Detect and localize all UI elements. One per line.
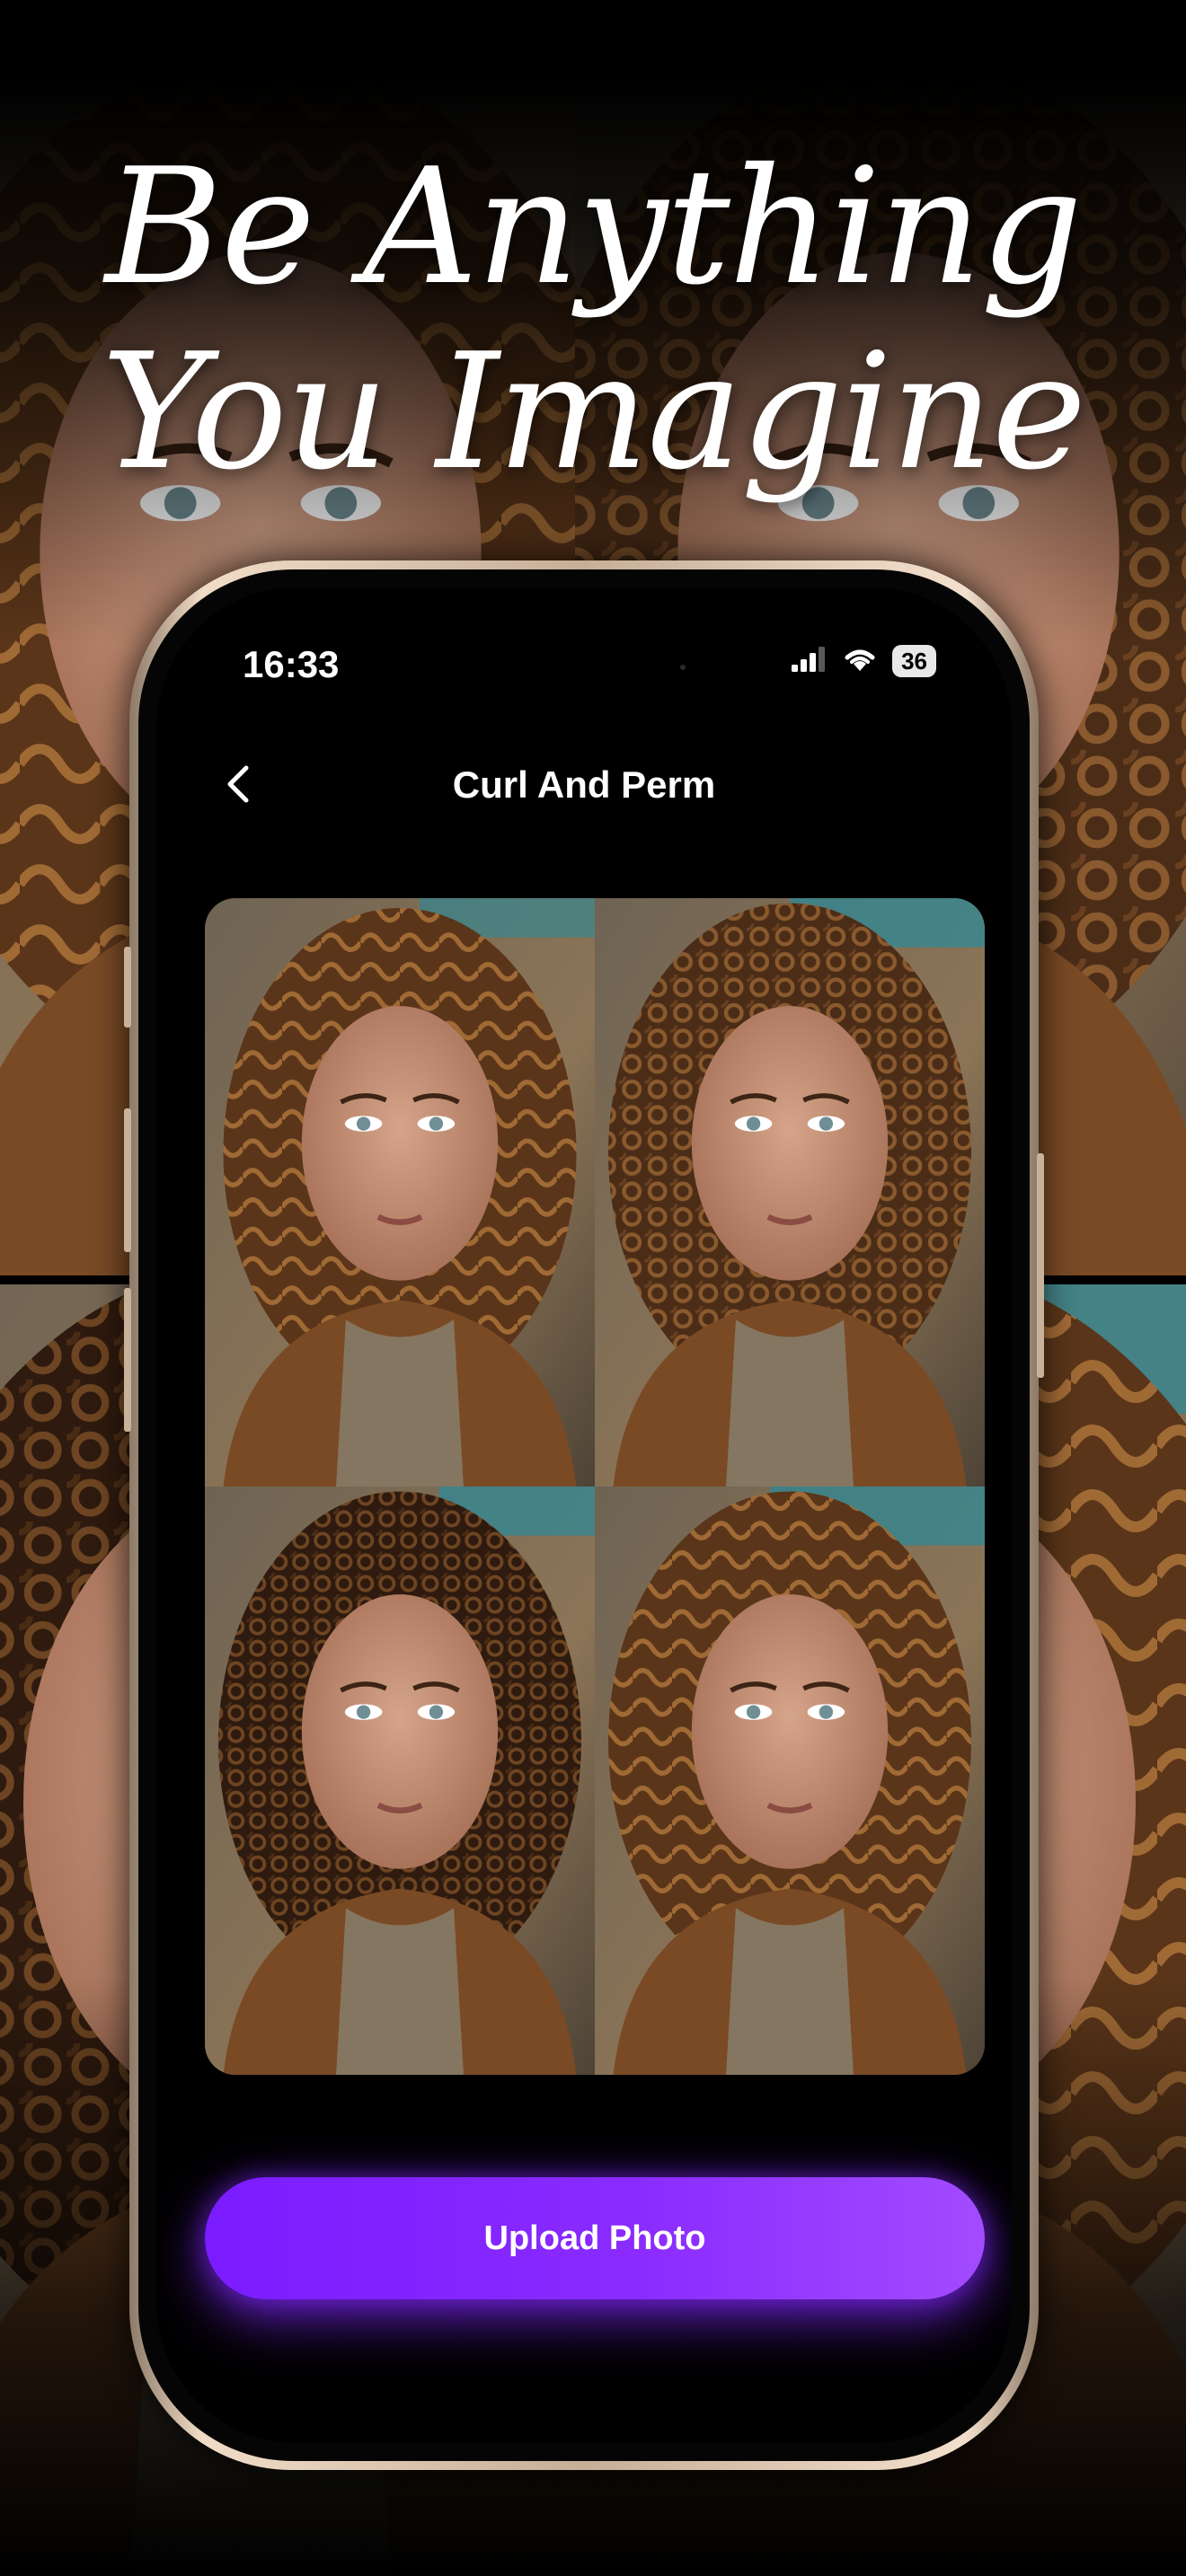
front-camera <box>680 665 686 670</box>
status-time: 16:33 <box>243 643 340 685</box>
example-photo-grid <box>205 898 985 2075</box>
example-photo <box>595 898 985 1486</box>
example-photo <box>205 1486 595 2075</box>
phone-mockup: 16:33 36 Curl And Perm Upload Photo <box>124 560 1044 2470</box>
phone-side-button <box>124 947 131 1028</box>
phone-side-button <box>1037 1153 1044 1378</box>
signal-icon <box>792 646 828 676</box>
page-title: Curl And Perm <box>452 763 716 806</box>
app-screen: 16:33 36 Curl And Perm Upload Photo <box>156 587 1012 2443</box>
example-photo <box>205 898 595 1486</box>
phone-bezel: 16:33 36 Curl And Perm Upload Photo <box>138 569 1030 2461</box>
promo-headline: Be Anything You Imagine <box>0 135 1186 505</box>
phone-side-button <box>124 1288 131 1432</box>
status-icons: 36 <box>792 641 936 681</box>
upload-photo-button[interactable]: Upload Photo <box>205 2177 985 2299</box>
battery-icon: 36 <box>892 645 936 677</box>
phone-side-button <box>124 1108 131 1252</box>
wifi-icon <box>842 646 878 677</box>
example-photo <box>595 1486 985 2075</box>
headline-line-2: You Imagine <box>101 319 1087 505</box>
headline-line-1: Be Anything <box>104 134 1083 320</box>
